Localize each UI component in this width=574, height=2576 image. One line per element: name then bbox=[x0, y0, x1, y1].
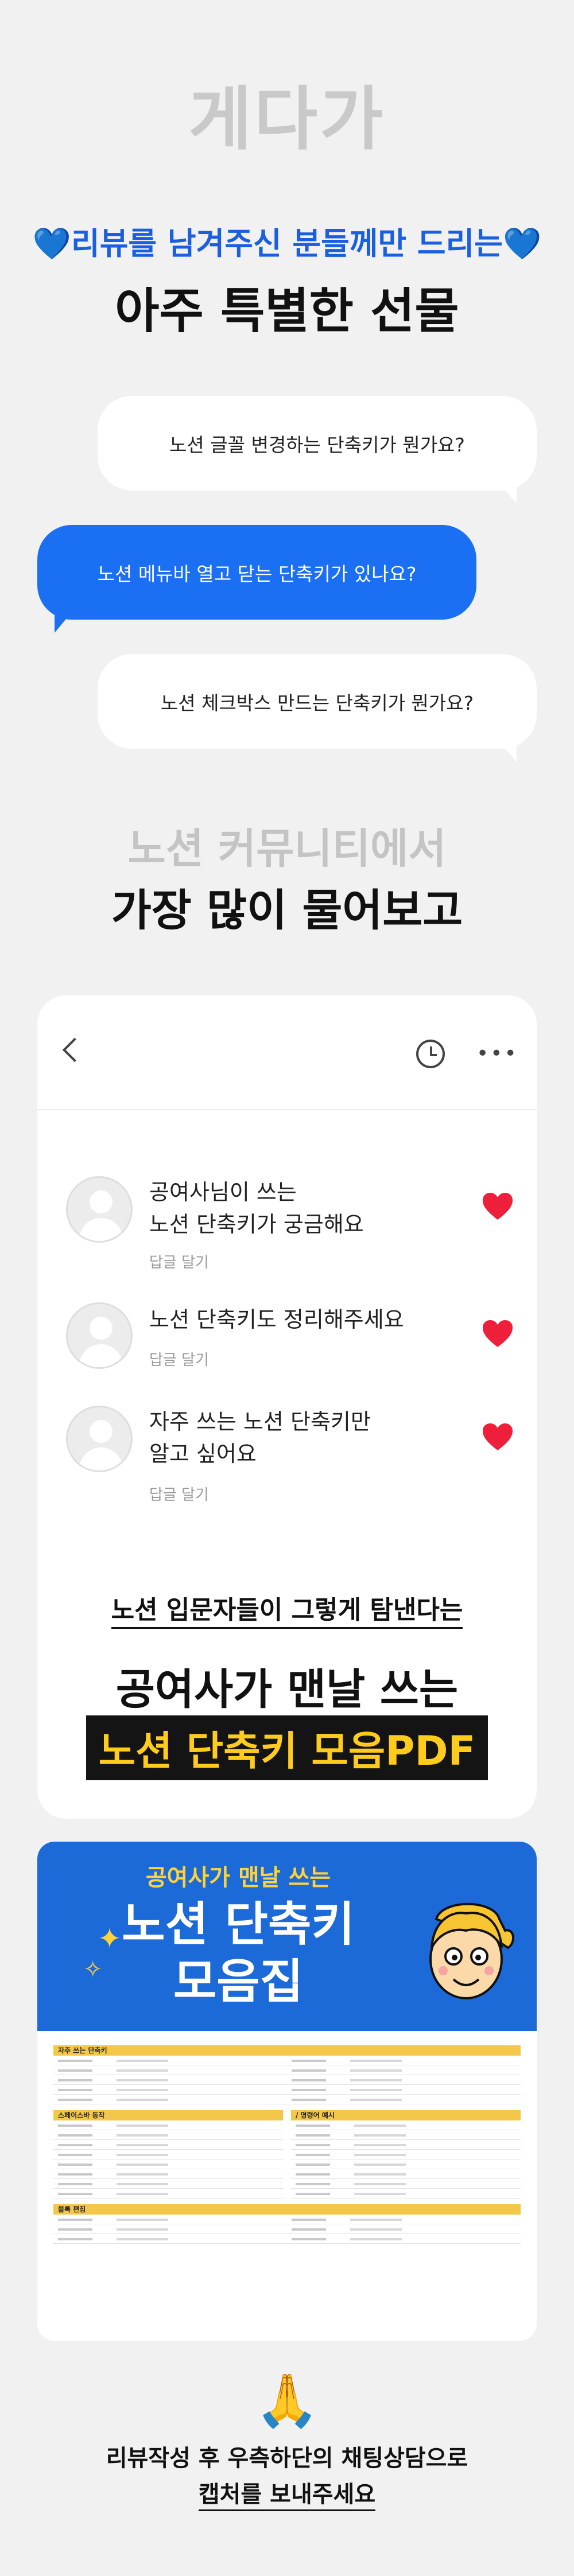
comment-line: 노션 단축키도 정리해주세요 bbox=[149, 1307, 404, 1332]
sheet-section-header: / 명령어 예시 bbox=[291, 2110, 521, 2120]
brand-title: 게다가 bbox=[188, 80, 386, 159]
pdf-preview: 공여사가 맨날 쓰는 노션 단축키 모음집 ✦ ✧ 자주 쓰는 단축키 스페이스… bbox=[37, 1842, 537, 2341]
footer-instruction-underlined: 캡처를 보내주세요 bbox=[0, 2476, 574, 2511]
blue-heart-icon: 💙 bbox=[32, 225, 72, 262]
comment-text: 자주 쓰는 노션 단축키만 알고 싶어요 bbox=[149, 1406, 459, 1470]
avatar bbox=[66, 1302, 133, 1369]
comment-text: 노션 단축키도 정리해주세요 bbox=[149, 1303, 459, 1336]
comment-text: 공여사님이 쓰는 노션 단축키가 궁금해요 bbox=[149, 1176, 459, 1240]
promo-subtitle: 💙리뷰를 남겨주신 분들께만 드리는💙 bbox=[0, 218, 574, 263]
comment-line: 알고 싶어요 bbox=[149, 1441, 257, 1466]
heart-icon[interactable] bbox=[482, 1192, 514, 1221]
reply-link[interactable]: 답글 달기 bbox=[149, 1348, 209, 1369]
comment-item: 공여사님이 쓰는 노션 단축키가 궁금해요 답글 달기 bbox=[66, 1176, 514, 1274]
cover-subtitle: 공여사가 맨날 쓰는 bbox=[145, 1865, 331, 1891]
more-icon[interactable]: ••• bbox=[476, 1044, 518, 1064]
pdf-cover: 공여사가 맨날 쓰는 노션 단축키 모음집 ✦ ✧ bbox=[37, 1842, 537, 2031]
sheet-section-header: 스페이스바 동작 bbox=[53, 2110, 283, 2120]
chat-bubble-question-1: 노션 글꼴 변경하는 단축키가 뭔가요? bbox=[98, 396, 537, 491]
bubble-tail bbox=[494, 476, 517, 504]
shortcut-sheet: 자주 쓰는 단축키 스페이스바 동작 / 명령어 예시 블록 편집 bbox=[53, 2040, 521, 2244]
highlight-wrap: 노션 단축키 모음PDF bbox=[37, 1715, 537, 1780]
intro-line: 노션 입문자들이 그렇게 탐낸다는 bbox=[37, 1589, 537, 1629]
bubble-tail bbox=[55, 605, 77, 633]
comment-line: 공여사님이 쓰는 bbox=[149, 1180, 297, 1205]
section-subtitle: 노션 커뮤니티에서 bbox=[127, 824, 447, 873]
chat-bubble-text: 노션 글꼴 변경하는 단축키가 뭔가요? bbox=[169, 433, 465, 456]
footer-instruction: 리뷰작성 후 우측하단의 채팅상담으로 bbox=[106, 2445, 468, 2472]
mascot-face-icon bbox=[429, 1902, 514, 1999]
back-chevron-icon[interactable] bbox=[62, 1037, 87, 1063]
highlight-title: 노션 단축키 모음PDF bbox=[86, 1715, 488, 1780]
chat-bubble-question-2: 노션 메뉴바 열고 닫는 단축키가 있나요? bbox=[37, 525, 476, 620]
comment-line: 자주 쓰는 노션 단축키만 bbox=[149, 1409, 371, 1434]
phone-top-bar: ••• bbox=[37, 995, 537, 1110]
chat-bubble-question-3: 노션 체크박스 만드는 단축키가 뭔가요? bbox=[98, 654, 537, 749]
reply-link[interactable]: 답글 달기 bbox=[149, 1483, 209, 1504]
chat-bubble-text: 노션 체크박스 만드는 단축키가 뭔가요? bbox=[160, 691, 474, 714]
comment-item: 자주 쓰는 노션 단축키만 알고 싶어요 답글 달기 bbox=[66, 1406, 514, 1504]
comment-item: 노션 단축키도 정리해주세요 답글 달기 bbox=[66, 1302, 514, 1377]
clock-icon[interactable] bbox=[416, 1040, 445, 1068]
praying-hands-icon: 🙏 bbox=[254, 2371, 320, 2431]
page: 게다가 💙리뷰를 남겨주신 분들께만 드리는💙 아주 특별한 선물 노션 글꼴 … bbox=[0, 0, 574, 2576]
avatar bbox=[66, 1406, 133, 1472]
reply-link[interactable]: 답글 달기 bbox=[149, 1251, 209, 1272]
sparkle-icon: ✧ bbox=[83, 1956, 103, 1983]
sparkle-icon: ✦ bbox=[98, 1922, 122, 1955]
blue-heart-icon: 💙 bbox=[502, 225, 542, 262]
promo-title: 아주 특별한 선물 bbox=[115, 283, 459, 339]
chat-bubble-text: 노션 메뉴바 열고 닫는 단축키가 있나요? bbox=[97, 562, 417, 585]
section-title: 가장 많이 물어보고 bbox=[111, 885, 463, 936]
sheet-section-header: 자주 쓰는 단축키 bbox=[53, 2045, 521, 2056]
heart-icon[interactable] bbox=[482, 1423, 514, 1452]
sheet-section-header: 블록 편집 bbox=[53, 2204, 521, 2215]
bubble-tail bbox=[494, 734, 517, 762]
heart-icon[interactable] bbox=[482, 1320, 514, 1348]
avatar bbox=[66, 1176, 133, 1243]
promo-headline: 공여사가 맨날 쓰는 bbox=[115, 1665, 459, 1714]
comment-line: 노션 단축키가 궁금해요 bbox=[149, 1212, 364, 1237]
promo-subtitle-text: 리뷰를 남겨주신 분들께만 드리는 bbox=[71, 225, 503, 262]
